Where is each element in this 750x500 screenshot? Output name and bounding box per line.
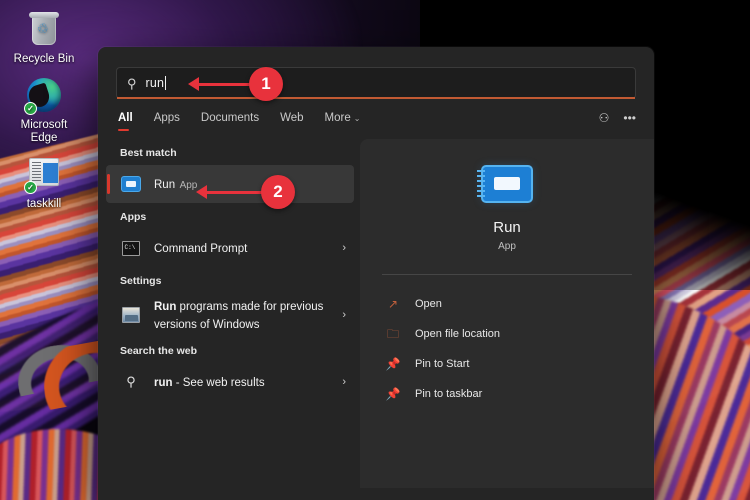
result-title: Run (154, 179, 175, 191)
result-title: Command Prompt (154, 243, 247, 255)
result-subtitle: App (180, 180, 198, 191)
preview-title: Run (376, 219, 638, 236)
result-title-rest: - See web results (173, 377, 265, 389)
run-app-icon (120, 173, 142, 195)
result-title: Run programs made for previous versions … (154, 301, 323, 331)
run-app-icon-large (483, 167, 531, 201)
command-prompt-icon (120, 237, 142, 259)
control-panel-icon (120, 304, 142, 326)
result-row-run-programs-compat[interactable]: Run programs made for previous versions … (106, 293, 354, 337)
row-text: Command Prompt (154, 239, 336, 257)
preview-icon-container (376, 161, 638, 201)
feedback-icon[interactable]: ⚇ (599, 112, 610, 124)
search-results-body: Best match Run App Apps Command Prompt ›… (98, 131, 654, 488)
preview-subtitle: App (376, 241, 638, 252)
search-preview-panel: Run App ↗ Open 🗀 Open file location 📌 Pi… (360, 139, 654, 488)
result-title-match: Run (154, 301, 176, 313)
preview-action-label: Open file location (415, 328, 500, 340)
open-external-icon: ↗ (384, 298, 402, 310)
result-title: run - See web results (154, 377, 265, 389)
text-caret (165, 76, 166, 90)
tab-more[interactable]: More⌄ (325, 112, 361, 131)
desktop-icon-recycle-bin[interactable]: ♲ Recycle Bin (6, 10, 82, 66)
group-title-best-match: Best match (106, 139, 354, 165)
divider (382, 274, 632, 275)
recycle-bin-icon: ♲ (25, 10, 63, 48)
preview-action-label: Open (415, 298, 442, 310)
chevron-right-icon[interactable]: › (336, 309, 346, 321)
tab-label: All (118, 112, 133, 124)
preview-action-open-file-location[interactable]: 🗀 Open file location (376, 319, 638, 349)
tab-documents[interactable]: Documents (201, 112, 259, 131)
tab-apps[interactable]: Apps (154, 112, 180, 131)
tab-all[interactable]: All (118, 112, 133, 131)
desktop-icon-label: taskkill (6, 198, 82, 211)
folder-icon: 🗀 (384, 328, 402, 340)
tab-label: Web (280, 112, 303, 124)
result-title-match: run (154, 377, 173, 389)
search-icon: ⚲ (127, 77, 137, 90)
chevron-down-icon: ⌄ (354, 114, 361, 123)
group-title-search-the-web: Search the web (106, 337, 354, 363)
desktop-icon-microsoft-edge[interactable]: ✓ Microsoft Edge (6, 76, 82, 145)
desktop-icon-label: Recycle Bin (6, 53, 82, 66)
windows-search-flyout: ⚲ run All Apps Documents Web More⌄ ⚇ •••… (98, 47, 654, 500)
preview-action-open[interactable]: ↗ Open (376, 289, 638, 319)
pin-icon: 📌 (384, 388, 402, 400)
result-title-rest: programs made for previous versions of W… (154, 301, 323, 331)
search-icon: ⚲ (120, 371, 142, 393)
step-badge-1: 1 (249, 67, 283, 101)
row-text: Run programs made for previous versions … (154, 297, 336, 333)
desktop-icon-taskkill[interactable]: ✓ taskkill (6, 155, 82, 211)
preview-action-pin-to-start[interactable]: 📌 Pin to Start (376, 349, 638, 379)
chevron-right-icon[interactable]: › (336, 376, 346, 388)
more-options-icon[interactable]: ••• (623, 112, 636, 124)
tab-label: Apps (154, 112, 180, 124)
search-input-value: run (146, 76, 165, 90)
tab-label: Documents (201, 112, 259, 124)
preview-action-label: Pin to taskbar (415, 388, 482, 400)
tab-label: More (325, 112, 351, 124)
pin-icon: 📌 (384, 358, 402, 370)
desktop-icon-label: Microsoft Edge (6, 119, 82, 145)
search-filter-tabs: All Apps Documents Web More⌄ ⚇ ••• (98, 99, 654, 131)
result-row-command-prompt[interactable]: Command Prompt › (106, 229, 354, 267)
chevron-right-icon[interactable]: › (336, 242, 346, 254)
tab-web[interactable]: Web (280, 112, 303, 131)
microsoft-edge-icon: ✓ (25, 76, 63, 114)
row-text: run - See web results (154, 373, 336, 391)
preview-action-pin-to-taskbar[interactable]: 📌 Pin to taskbar (376, 379, 638, 409)
best-match-run-row[interactable]: Run App (106, 165, 354, 203)
search-bar-container: ⚲ run (98, 47, 654, 99)
step-badge-2: 2 (261, 175, 295, 209)
result-row-web-search[interactable]: ⚲ run - See web results › (106, 363, 354, 401)
search-toolbar-actions: ⚇ ••• (599, 112, 636, 131)
group-title-settings: Settings (106, 267, 354, 293)
text-file-icon: ✓ (25, 155, 63, 193)
group-title-apps: Apps (106, 203, 354, 229)
preview-action-label: Pin to Start (415, 358, 469, 370)
